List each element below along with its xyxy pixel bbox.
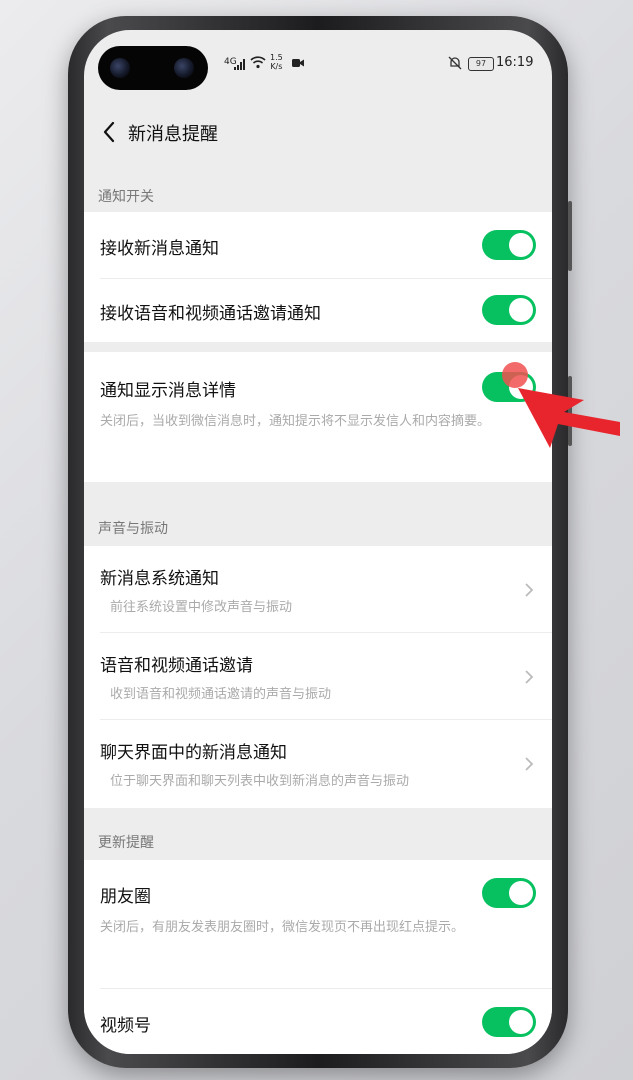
chevron-right-icon (525, 757, 534, 771)
chevron-right-icon (525, 670, 534, 684)
speed-value: 1.5 (270, 53, 283, 62)
toggle-knob (509, 1010, 533, 1034)
navigation-bar: 新消息提醒 (84, 110, 552, 154)
row-channels[interactable]: 视频号 (84, 989, 552, 1054)
battery-icon: 97 (468, 57, 494, 71)
row-title: 接收语音和视频通话邀请通知 (100, 304, 321, 324)
row-description: 前往系统设置中修改声音与振动 (110, 600, 293, 615)
section-label-notify: 通知开关 (98, 189, 154, 205)
row-chat-notify[interactable]: 聊天界面中的新消息通知 位于聊天界面和聊天列表中收到新消息的声音与振动 (84, 720, 552, 808)
camera-lens-icon (174, 58, 194, 78)
back-arrow-icon[interactable] (100, 120, 120, 144)
row-description: 关闭后，当收到微信消息时，通知提示将不显示发信人和内容摘要。 (100, 414, 491, 429)
row-receive-new-message[interactable]: 接收新消息通知 (84, 212, 552, 278)
row-description: 位于聊天界面和聊天列表中收到新消息的声音与振动 (110, 774, 410, 789)
row-call-invite[interactable]: 语音和视频通话邀请 收到语音和视频通话邀请的声音与振动 (84, 633, 552, 719)
moments-toggle[interactable] (482, 878, 536, 908)
detail-group: 通知显示消息详情 关闭后，当收到微信消息时，通知提示将不显示发信人和内容摘要。 (84, 352, 552, 482)
row-receive-call-invite[interactable]: 接收语音和视频通话邀请通知 (84, 279, 552, 342)
channels-toggle[interactable] (482, 1007, 536, 1037)
row-description: 关闭后，有朋友发表朋友圈时，微信发现页不再出现红点提示。 (100, 920, 465, 935)
row-title: 语音和视频通话邀请 (100, 656, 253, 676)
row-show-message-detail[interactable]: 通知显示消息详情 关闭后，当收到微信消息时，通知提示将不显示发信人和内容摘要。 (84, 352, 552, 482)
chevron-right-icon (525, 583, 534, 597)
row-system-notify[interactable]: 新消息系统通知 前往系统设置中修改声音与振动 (84, 546, 552, 632)
video-record-icon (292, 59, 304, 67)
toggle-knob (509, 298, 533, 322)
volume-button (568, 201, 572, 271)
update-group: 朋友圈 关闭后，有朋友发表朋友圈时，微信发现页不再出现红点提示。 视频号 (84, 860, 552, 1054)
section-label-update: 更新提醒 (98, 835, 154, 851)
camera-cutout (98, 46, 208, 90)
cell-signal-icon (234, 58, 245, 70)
row-title: 接收新消息通知 (100, 239, 219, 259)
row-title: 聊天界面中的新消息通知 (100, 743, 287, 763)
mute-bell-icon (448, 56, 462, 70)
network-speed: 1.5 K/s (270, 53, 283, 71)
row-moments[interactable]: 朋友圈 关闭后，有朋友发表朋友圈时，微信发现页不再出现红点提示。 (84, 860, 552, 984)
row-title: 视频号 (100, 1016, 151, 1036)
row-title: 通知显示消息详情 (100, 381, 236, 401)
receive-call-invite-toggle[interactable] (482, 295, 536, 325)
toggle-knob (509, 881, 533, 905)
row-title: 新消息系统通知 (100, 569, 219, 589)
status-bar: 4G 1.5 K/s 97 16:19 (84, 30, 552, 100)
receive-new-message-toggle[interactable] (482, 230, 536, 260)
notify-group: 接收新消息通知 接收语音和视频通话邀请通知 (84, 212, 552, 342)
wifi-icon (250, 56, 266, 69)
row-title: 朋友圈 (100, 887, 151, 907)
pointer-arrow-icon (518, 388, 620, 448)
camera-lens-icon (110, 58, 130, 78)
speed-unit: K/s (270, 62, 283, 71)
status-time: 16:19 (496, 55, 534, 70)
phone-frame: 4G 1.5 K/s 97 16:19 新消息提醒 通知开关 接收新消息通知 接… (68, 16, 572, 1068)
row-description: 收到语音和视频通话邀请的声音与振动 (110, 687, 332, 702)
toggle-knob (509, 233, 533, 257)
sound-group: 新消息系统通知 前往系统设置中修改声音与振动 语音和视频通话邀请 收到语音和视频… (84, 546, 552, 808)
section-label-sound: 声音与振动 (98, 521, 168, 537)
page-title: 新消息提醒 (128, 124, 218, 145)
phone-screen: 4G 1.5 K/s 97 16:19 新消息提醒 通知开关 接收新消息通知 接… (84, 30, 552, 1054)
